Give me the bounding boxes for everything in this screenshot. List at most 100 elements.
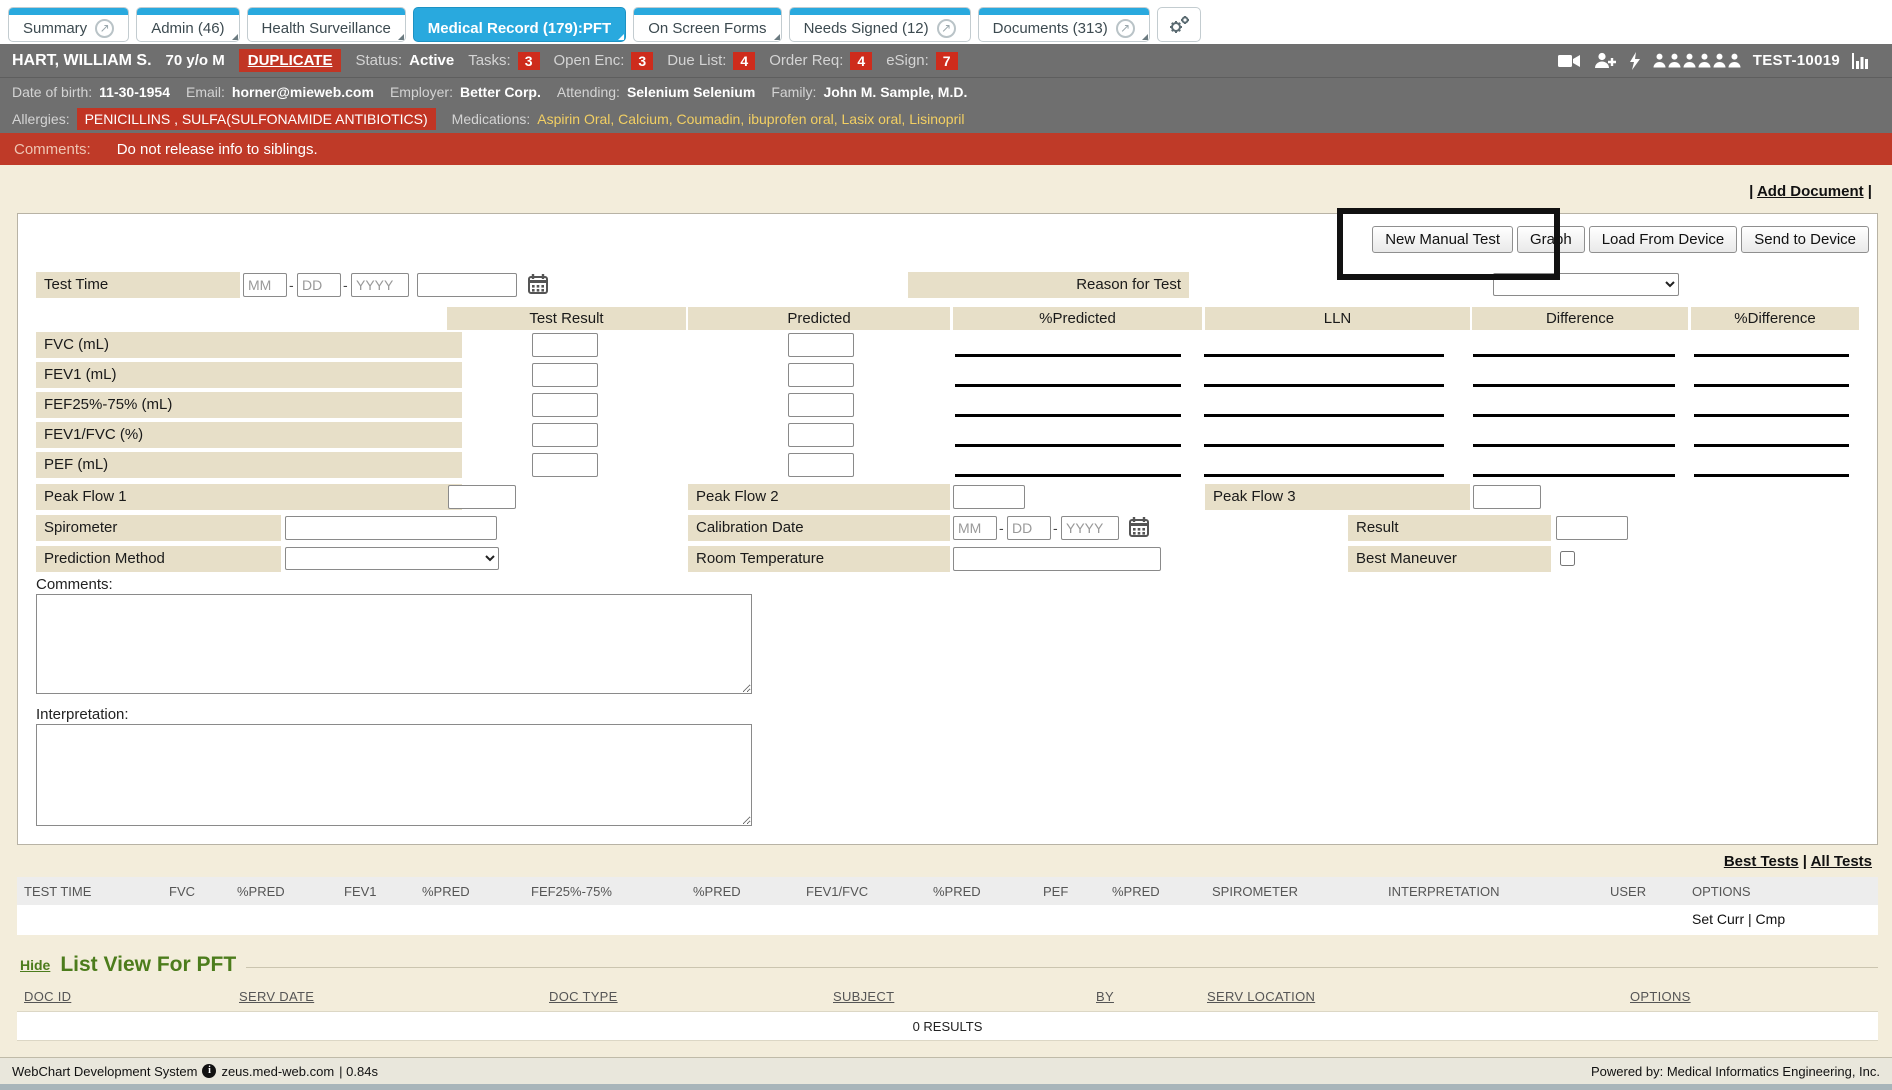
fef-lln-line [1204, 414, 1444, 417]
send-to-device-button[interactable]: Send to Device [1741, 226, 1869, 253]
test-time-time-input[interactable] [417, 273, 517, 297]
row-fvc: FVC (mL) [18, 332, 1877, 362]
calibration-month-input[interactable] [953, 516, 997, 540]
row-spirometer: Spirometer Calibration Date - - Result [18, 515, 1877, 545]
tab-documents[interactable]: Documents (313) ↗ [978, 7, 1150, 42]
calendar-icon[interactable] [1128, 516, 1150, 538]
subject-column-link[interactable]: SUBJECT [833, 989, 894, 1004]
medications-value[interactable]: Aspirin Oral, Calcium, Coumadin, ibuprof… [537, 111, 964, 127]
fef-test-result-input[interactable] [532, 393, 598, 417]
results-col-options: OPTIONS [1692, 884, 1751, 899]
peak-flow-3-label: Peak Flow 3 [1205, 484, 1470, 510]
tab-fold-icon [618, 34, 624, 40]
add-document-link[interactable]: Add Document [1757, 183, 1864, 200]
by-column-link[interactable]: BY [1096, 989, 1114, 1004]
graph-button[interactable]: Graph [1517, 226, 1585, 253]
doc-type-column-link[interactable]: DOC TYPE [549, 989, 618, 1004]
person-icon[interactable] [1653, 53, 1666, 68]
tab-on-screen-forms[interactable]: On Screen Forms [633, 7, 781, 42]
fev1-fvc-predicted-input[interactable] [788, 423, 854, 447]
patient-age-sex: 70 y/o M [166, 52, 225, 69]
person-icon[interactable] [1728, 53, 1741, 68]
serv-location-column-link[interactable]: SERV LOCATION [1207, 989, 1315, 1004]
esign-count-badge[interactable]: 7 [936, 52, 958, 70]
test-time-year-input[interactable] [351, 273, 409, 297]
interpretation-textarea[interactable] [36, 724, 752, 826]
due-list-count-badge[interactable]: 4 [733, 52, 755, 70]
fef-difference-line [1473, 414, 1675, 417]
set-curr-link[interactable]: Set Curr [1692, 911, 1744, 927]
peak-flow-2-input[interactable] [953, 485, 1025, 509]
calibration-year-input[interactable] [1061, 516, 1119, 540]
add-person-icon[interactable] [1593, 52, 1617, 69]
pef-pct-predicted-line [955, 474, 1181, 477]
results-current-row: Set Curr | Cmp [17, 905, 1878, 935]
settings-tab[interactable] [1157, 7, 1201, 42]
tab-medical-record[interactable]: Medical Record (179):PFT [413, 7, 626, 42]
tasks-count-badge[interactable]: 3 [518, 52, 540, 70]
calibration-day-input[interactable] [1007, 516, 1051, 540]
peak-flow-1-input[interactable] [448, 485, 516, 509]
footer-host: zeus.med-web.com [221, 1064, 334, 1079]
tab-summary[interactable]: Summary ↗ [8, 7, 129, 42]
results-col-pef: PEF [1043, 884, 1068, 899]
fev1-test-result-input[interactable] [532, 363, 598, 387]
comments-bar-text: Do not release info to siblings. [117, 141, 318, 158]
fev1-predicted-input[interactable] [788, 363, 854, 387]
email-value[interactable]: horner@mieweb.com [232, 84, 374, 100]
result-input[interactable] [1556, 516, 1628, 540]
fef-predicted-input[interactable] [788, 393, 854, 417]
best-maneuver-checkbox[interactable] [1560, 551, 1575, 566]
fev1-pct-difference-line [1694, 384, 1849, 387]
duplicate-badge[interactable]: DUPLICATE [239, 49, 342, 72]
external-link-icon[interactable]: ↗ [95, 19, 114, 38]
prediction-method-select[interactable] [285, 547, 499, 570]
chart-icon[interactable] [1852, 52, 1870, 70]
patient-name: HART, WILLIAM S. [12, 52, 152, 70]
info-icon[interactable]: i [202, 1064, 216, 1078]
lightning-icon[interactable] [1629, 52, 1641, 70]
hide-link[interactable]: Hide [20, 957, 50, 973]
doc-id-column-link[interactable]: DOC ID [24, 989, 71, 1004]
peak-flow-3-input[interactable] [1473, 485, 1541, 509]
form-comments-textarea[interactable] [36, 594, 752, 694]
tab-health-surveillance[interactable]: Health Surveillance [247, 7, 406, 42]
family-value: John M. Sample, M.D. [823, 84, 967, 100]
results-col-fvc: FVC [169, 884, 195, 899]
reason-for-test-select[interactable] [1493, 273, 1679, 296]
test-time-day-input[interactable] [297, 273, 341, 297]
new-manual-test-button[interactable]: New Manual Test [1372, 226, 1513, 253]
calibration-date-label: Calibration Date [688, 515, 950, 541]
person-icon[interactable] [1683, 53, 1696, 68]
calendar-icon[interactable] [527, 273, 549, 295]
external-link-icon[interactable]: ↗ [937, 19, 956, 38]
video-camera-icon[interactable] [1558, 53, 1581, 69]
tab-needs-signed[interactable]: Needs Signed (12) ↗ [789, 7, 971, 42]
list-view-heading: Hide List View For PFT [17, 953, 1878, 977]
tab-admin[interactable]: Admin (46) [136, 7, 239, 42]
person-icon[interactable] [1668, 53, 1681, 68]
person-icon[interactable] [1713, 53, 1726, 68]
serv-date-column-link[interactable]: SERV DATE [239, 989, 314, 1004]
fev1-fvc-pct-difference-line [1694, 444, 1849, 447]
fvc-predicted-input[interactable] [788, 333, 854, 357]
fvc-test-result-input[interactable] [532, 333, 598, 357]
add-document-row: | Add Document | [0, 165, 1892, 213]
spirometer-input[interactable] [285, 516, 497, 540]
cmp-link[interactable]: Cmp [1756, 911, 1786, 927]
all-tests-link[interactable]: All Tests [1811, 853, 1872, 870]
external-link-icon[interactable]: ↗ [1116, 19, 1135, 38]
options-column-link[interactable]: OPTIONS [1630, 989, 1691, 1004]
load-from-device-button[interactable]: Load From Device [1589, 226, 1738, 253]
open-enc-count-badge[interactable]: 3 [631, 52, 653, 70]
pef-predicted-input[interactable] [788, 453, 854, 477]
room-temperature-input[interactable] [953, 547, 1161, 571]
best-tests-link[interactable]: Best Tests [1724, 853, 1799, 870]
pef-test-result-input[interactable] [532, 453, 598, 477]
order-req-count-badge[interactable]: 4 [850, 52, 872, 70]
fev1-fvc-test-result-input[interactable] [532, 423, 598, 447]
test-time-month-input[interactable] [243, 273, 287, 297]
person-icon[interactable] [1698, 53, 1711, 68]
allergies-value[interactable]: PENICILLINS , SULFA(SULFONAMIDE ANTIBIOT… [77, 108, 436, 130]
pef-difference-line [1473, 474, 1675, 477]
